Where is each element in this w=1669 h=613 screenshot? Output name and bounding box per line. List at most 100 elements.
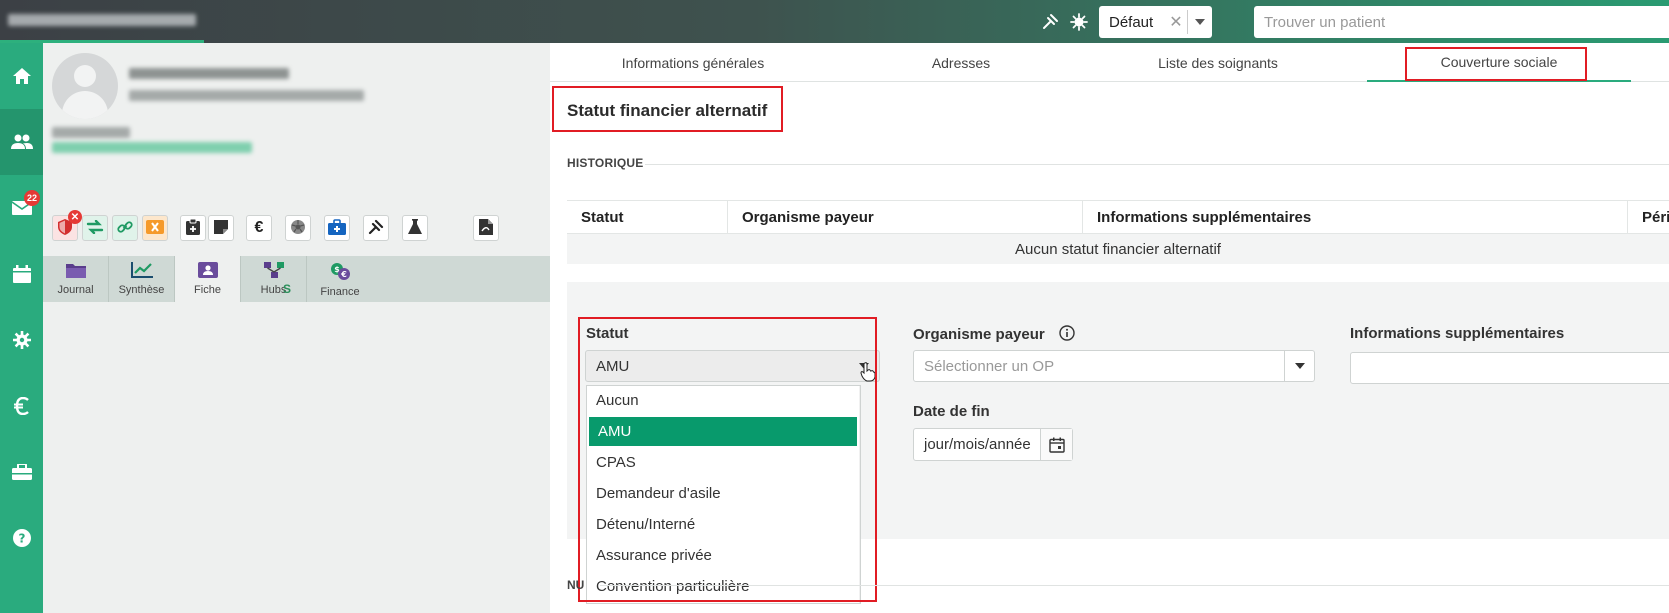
date-de-fin-placeholder: jour/mois/année <box>924 436 1031 453</box>
link-icon <box>117 219 133 238</box>
col-periode: Péri <box>1627 201 1669 234</box>
patient-tabs: Journal Synthèse Fiche Hubs S $€ Financ <box>43 256 550 302</box>
vaccine-button[interactable] <box>363 215 389 241</box>
tab-couverture-sociale[interactable]: Couverture sociale <box>1367 43 1631 82</box>
sticky-note-icon <box>214 219 228 237</box>
patient-search-input[interactable] <box>1254 6 1669 38</box>
patient-tab-label: Synthèse <box>118 284 165 296</box>
history-table: Statut Organisme payeur Informations sup… <box>567 200 1669 264</box>
organisme-payeur-select[interactable]: Sélectionner un OP <box>913 350 1315 382</box>
table-empty-message: Aucun statut financier alternatif <box>567 234 1669 264</box>
flask-icon <box>408 218 422 238</box>
col-organisme-payeur: Organisme payeur <box>727 201 1082 234</box>
link-button[interactable] <box>112 215 138 241</box>
tab-adresses[interactable]: Adresses <box>836 43 1086 82</box>
transfer-button[interactable] <box>82 215 108 241</box>
syringe-icon[interactable] <box>1039 11 1061 33</box>
patient-birth-blurred <box>129 90 364 101</box>
date-de-fin-input[interactable]: jour/mois/année <box>913 428 1073 461</box>
defaut-select[interactable]: Défaut ✕ <box>1099 6 1212 38</box>
calendar-picker-icon[interactable] <box>1040 429 1072 460</box>
chevron-down-icon[interactable] <box>1188 6 1212 38</box>
statut-label: Statut <box>586 325 629 342</box>
col-statut: Statut <box>581 209 624 226</box>
medical-bag-icon <box>328 218 346 238</box>
left-nav: 22 ? <box>0 43 43 613</box>
defaut-select-value: Défaut <box>1109 13 1154 31</box>
help-icon[interactable]: ? <box>0 505 43 571</box>
users-icon[interactable] <box>0 109 43 175</box>
chevron-down-icon[interactable] <box>1284 351 1314 381</box>
dropdown-option-cpas[interactable]: CPAS <box>587 448 857 477</box>
dropdown-option-amu[interactable]: AMU <box>589 417 857 446</box>
euro-button[interactable]: € <box>246 215 272 241</box>
medical-bag-button[interactable] <box>324 215 350 241</box>
finance-icon: $ € <box>329 262 351 283</box>
main-tabs: Informations générales Adresses Liste de… <box>550 43 1669 82</box>
statut-select-value: AMU <box>596 357 630 375</box>
dropdown-option-aucun[interactable]: Aucun <box>587 386 857 415</box>
soccer-ball-icon <box>290 219 306 238</box>
chart-icon <box>130 262 153 281</box>
table-header: Statut Organisme payeur Informations sup… <box>567 200 1669 234</box>
patient-tab-label: Journal <box>57 284 94 296</box>
svg-text:?: ? <box>18 532 25 546</box>
clear-icon[interactable]: ✕ <box>1165 12 1187 32</box>
dropdown-option-assurance-privee[interactable]: Assurance privée <box>587 541 857 570</box>
pdf-button[interactable] <box>473 215 499 241</box>
avatar <box>52 53 118 119</box>
patient-tab-fiche[interactable]: Fiche <box>175 256 241 302</box>
soccer-ball-button[interactable] <box>285 215 311 241</box>
patient-tab-synthese[interactable]: Synthèse <box>109 256 175 302</box>
note-button[interactable] <box>208 215 234 241</box>
cursor-hand-icon <box>860 362 876 385</box>
id-card-icon <box>197 262 218 281</box>
organisme-payeur-label: Organisme payeur <box>913 325 1075 345</box>
patient-tab-label: Fiche <box>194 284 221 296</box>
top-bar: Défaut ✕ <box>0 0 1669 43</box>
calendar-icon[interactable] <box>0 241 43 307</box>
patient-tab-finance[interactable]: $ € Finance <box>307 256 373 302</box>
patient-id-blurred <box>52 127 130 138</box>
window-title-blurred <box>8 14 196 26</box>
info-icon[interactable] <box>1059 325 1075 345</box>
patient-tab-hubs[interactable]: Hubs S <box>241 256 307 302</box>
next-section-label: NU <box>567 578 585 592</box>
shield-badge: ✕ <box>68 210 82 224</box>
clipboard-icon <box>186 218 200 238</box>
pdf-icon <box>479 218 493 238</box>
tab-liste-des-soignants[interactable]: Liste des soignants <box>1086 43 1350 82</box>
historique-label: HISTORIQUE <box>567 156 644 170</box>
patient-name-blurred <box>129 68 289 79</box>
col-informations-supplementaires: Informations supplémentaires <box>1082 201 1627 234</box>
toolbox-icon[interactable] <box>0 439 43 505</box>
patient-tab-journal[interactable]: Journal <box>43 256 109 302</box>
dropdown-option-detenu-interne[interactable]: Détenu/Interné <box>587 510 857 539</box>
patient-panel: ✕ € Journal Synthèse Fiche Hubs S $ € Fi… <box>43 43 550 613</box>
organisme-payeur-placeholder: Sélectionner un OP <box>924 357 1055 375</box>
euro-icon[interactable] <box>0 373 43 439</box>
syringe-action-icon <box>368 219 384 238</box>
gear-icon[interactable] <box>0 307 43 373</box>
mail-badge: 22 <box>24 190 41 206</box>
hubs-status-badge: S <box>283 282 292 296</box>
dropdown-option-demandeur-asile[interactable]: Demandeur d'asile <box>587 479 857 508</box>
virus-icon[interactable] <box>1068 11 1090 33</box>
home-icon[interactable] <box>0 43 43 109</box>
transfer-icon <box>86 219 104 237</box>
date-de-fin-label: Date de fin <box>913 403 990 420</box>
dropdown-option-convention-particuliere[interactable]: Convention particulière <box>587 572 857 601</box>
clipboard-button[interactable] <box>180 215 206 241</box>
tab-informations-generales[interactable]: Informations générales <box>550 43 836 82</box>
statut-dropdown: Aucun AMU CPAS Demandeur d'asile Détenu/… <box>586 385 861 604</box>
patient-tab-label: Finance <box>320 286 360 298</box>
statut-select[interactable]: AMU <box>585 350 880 382</box>
mail-icon[interactable]: 22 <box>0 175 43 241</box>
unlink-button[interactable] <box>142 215 168 241</box>
shield-button[interactable]: ✕ <box>52 210 82 241</box>
patient-email-blurred[interactable] <box>52 142 252 153</box>
informations-supplementaires-input[interactable] <box>1350 352 1669 384</box>
informations-supplementaires-label: Informations supplémentaires <box>1350 325 1565 342</box>
dropdown-scrollbar[interactable] <box>859 386 860 603</box>
lab-button[interactable] <box>402 215 428 241</box>
